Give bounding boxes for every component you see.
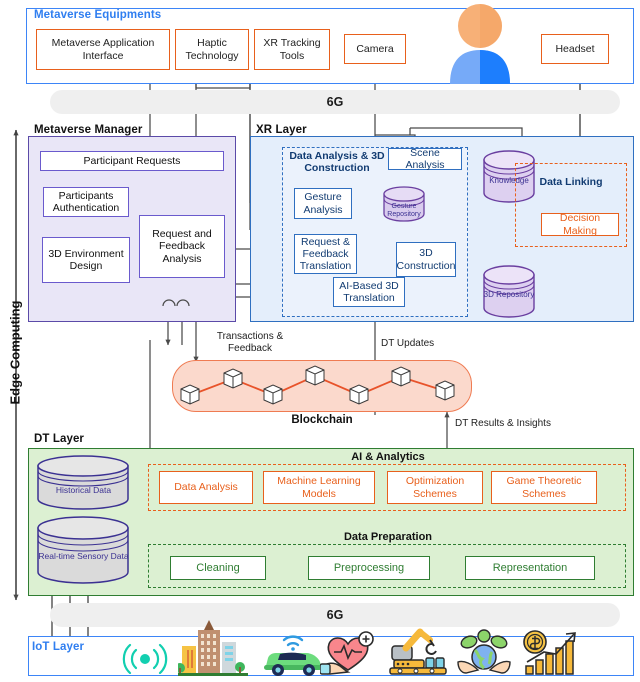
xr-request-feedback-translation[interactable]: Request & Feedback Translation [294,234,357,274]
node-label: 3D Environment Design [48,247,124,272]
node-label: Scene Analysis [405,146,445,171]
blockchain-chain-icon [180,365,455,405]
metaverse-manager-title: Metaverse Manager [32,124,145,136]
wireless-signal-icon [122,640,168,675]
ai-machine-learning-models[interactable]: Machine Learning Models [263,471,375,504]
xr-layer-title: XR Layer [254,124,309,136]
xr-scene-analysis[interactable]: Scene Analysis [388,146,462,171]
ai-optimization-schemes[interactable]: Optimization Schemes [387,471,483,504]
xr-3d-construction[interactable]: 3D Construction [396,242,456,277]
dt-results-insights-label: DT Results & Insights [455,418,551,429]
historical-data-db: Historical Data [35,455,132,511]
data-analysis-3d-construction-title: Data Analysis & 3D Construction [289,150,385,174]
node-label: Request & Feedback Translation [299,235,352,273]
blockchain-container [172,360,472,412]
dp-representation[interactable]: Representation [465,556,595,580]
node-label: Game Theoretic Schemes [506,475,582,500]
metaverse-equipments-title: Metaverse Equipments [32,9,164,21]
band-6g-top-label: 6G [326,95,344,109]
data-preparation-title: Data Preparation [343,531,433,543]
band-6g-top: 6G [50,90,620,114]
user-avatar-icon [440,2,520,84]
dp-cleaning[interactable]: Cleaning [170,556,266,580]
db-label: Historical Data [55,485,112,495]
industrial-robot-icon [386,628,448,676]
db-label: Gesture Repository [387,203,421,218]
node-label: AI-Based 3D Translation [339,279,399,304]
connected-car-icon [262,630,326,676]
edge-computing-label-wrap: Edge Computing [0,301,75,405]
node-label: Preprocessing [333,561,405,574]
node-label: Gesture Analysis [303,191,343,216]
xr-ai-based-3d-translation[interactable]: AI-Based 3D Translation [333,277,405,307]
db-label: Real-time Sensory Data [38,551,129,561]
equipment-haptic-technology[interactable]: Haptic Technology [175,29,249,70]
mm-request-and-feedback-analysis[interactable]: Request and Feedback Analysis [139,215,225,278]
equipment-label: Haptic Technology [185,37,239,62]
db-label: 3D Repository [483,290,535,299]
ai-data-analysis[interactable]: Data Analysis [159,471,253,504]
data-linking-title: Data Linking [539,176,603,188]
node-label: Participant Requests [83,154,181,167]
band-6g-bottom-label: 6G [326,608,344,622]
equipment-label: Headset [555,42,595,55]
dt-updates-label: DT Updates [381,338,435,349]
decision-making-node[interactable]: Decision Making [541,212,619,237]
node-label: Optimization Schemes [405,475,465,500]
dp-preprocessing[interactable]: Preprocessing [308,556,430,580]
node-label: Representation [492,561,568,574]
ai-game-theoretic-schemes[interactable]: Game Theoretic Schemes [491,471,597,504]
3d-repository-db: 3D Repository [481,265,537,319]
smart-city-buildings-icon [175,620,248,676]
wire-hops [162,299,190,307]
equipment-metaverse-application-interface[interactable]: Metaverse Application Interface [36,29,170,70]
smart-agriculture-icon [456,628,512,676]
equipment-camera[interactable]: Camera [344,34,406,64]
equipment-label: Camera [356,42,394,55]
gesture-repository-db: Gesture Repository [381,186,427,222]
transactions-feedback-label: Transactions & Feedback [216,331,284,354]
blockchain-label: Blockchain [291,414,353,426]
iot-layer-title: IoT Layer [32,641,85,653]
mm-3d-environment-design[interactable]: 3D Environment Design [42,237,130,283]
architecture-diagram: Metaverse Equipments Metaverse Applicati… [0,0,640,682]
node-label: Request and Feedback Analysis [152,228,212,265]
finance-growth-icon [522,628,582,676]
edge-computing-label: Edge Computing [7,300,23,405]
node-label: Cleaning [196,561,240,574]
node-label: Decision Making [559,212,601,237]
node-label: Data Analysis [174,481,238,494]
mm-participant-requests[interactable]: Participant Requests [40,151,224,171]
equipment-xr-tracking-tools[interactable]: XR Tracking Tools [254,29,330,70]
dt-layer-title: DT Layer [32,433,87,445]
healthcare-heart-icon [319,630,378,676]
mm-participants-authentication[interactable]: Participants Authentication [43,187,129,217]
equipment-label: XR Tracking Tools [263,37,321,62]
node-label: Machine Learning Models [277,475,361,500]
node-label: 3D Construction [396,247,456,272]
realtime-sensory-data-db: Real-time Sensory Data [35,516,132,585]
equipment-headset[interactable]: Headset [541,34,609,64]
node-label: Participants Authentication [52,189,120,214]
ai-analytics-title: AI & Analytics [351,451,425,463]
equipment-label: Metaverse Application Interface [51,37,155,62]
xr-gesture-analysis[interactable]: Gesture Analysis [294,188,352,219]
band-6g-bottom: 6G [50,603,620,627]
